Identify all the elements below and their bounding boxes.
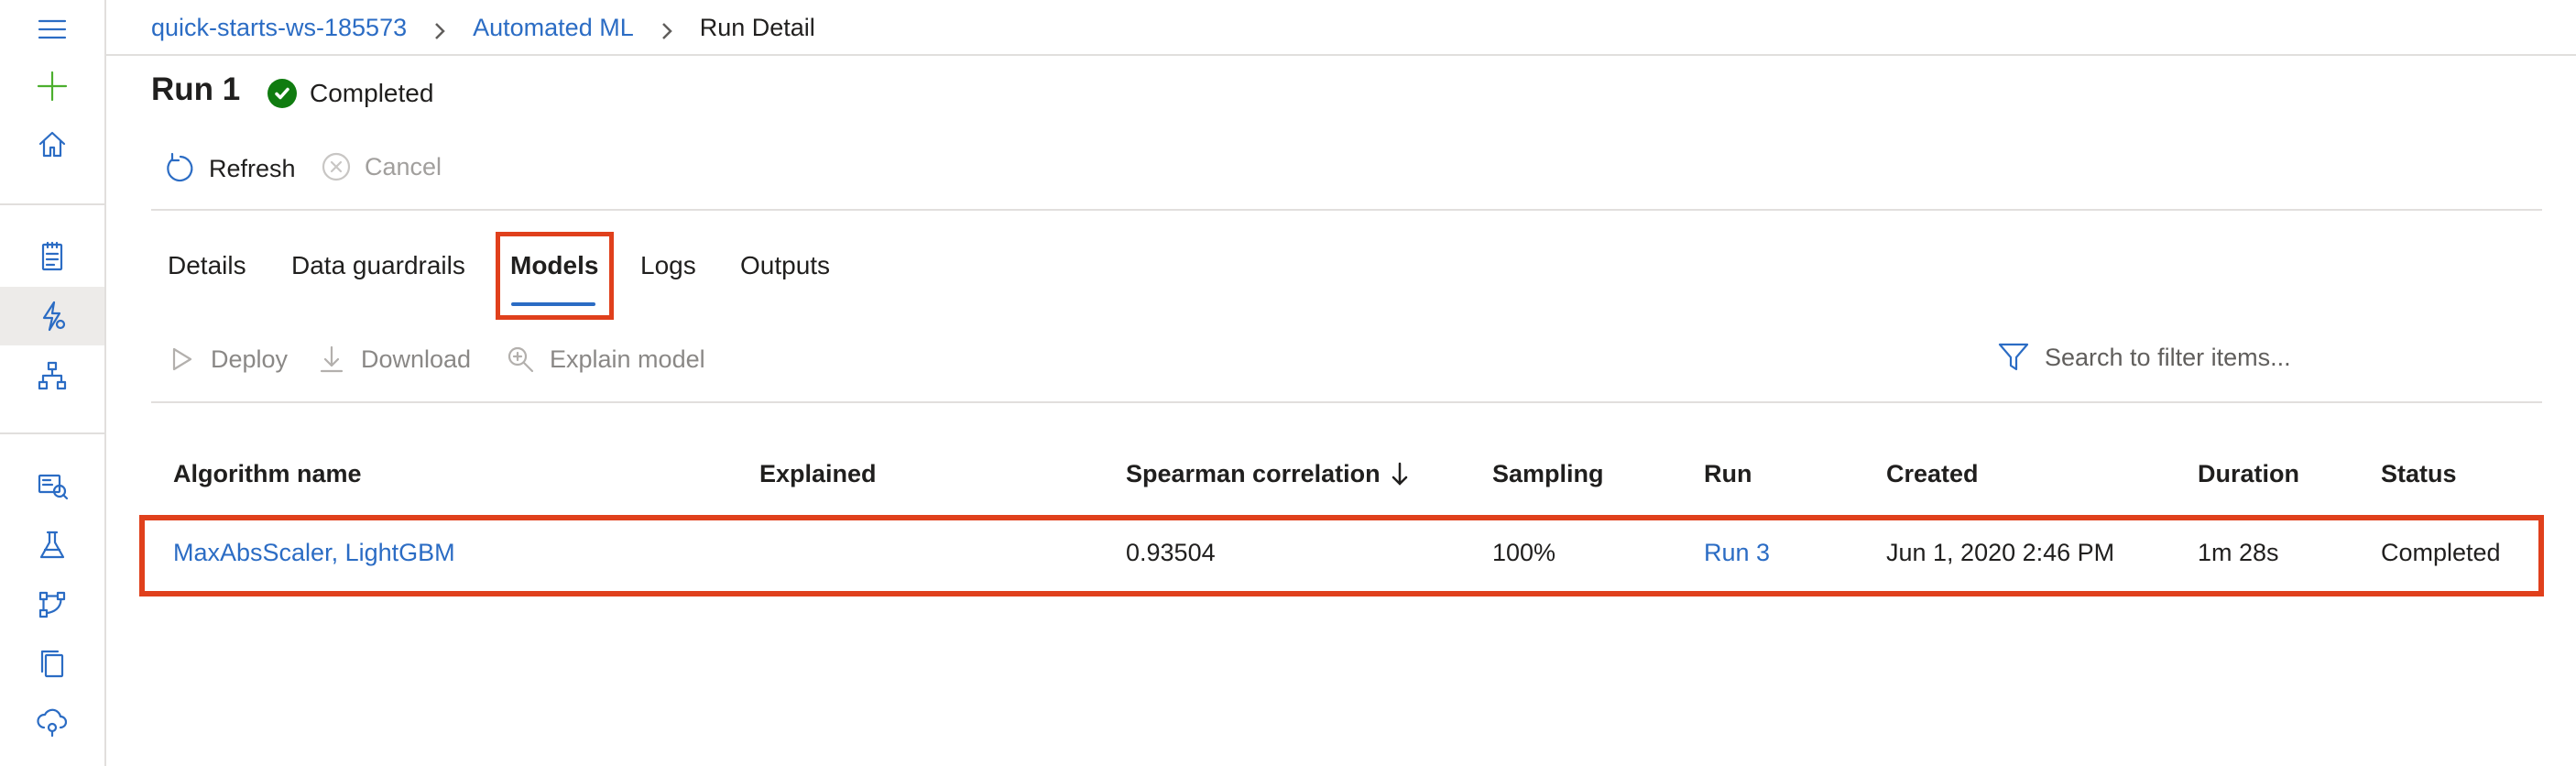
home-icon[interactable]: [0, 115, 104, 174]
breadcrumb-current: Run Detail: [699, 13, 815, 41]
column-header-algorithm[interactable]: Algorithm name: [173, 460, 362, 488]
cancel-label: Cancel: [365, 152, 442, 181]
column-header-explained[interactable]: Explained: [759, 460, 877, 488]
models-icon[interactable]: [0, 634, 104, 693]
column-header-spearman[interactable]: Spearman correlation: [1126, 460, 1410, 488]
refresh-label: Refresh: [209, 154, 296, 182]
explain-model-button[interactable]: Explain model: [506, 345, 705, 374]
deploy-icon: [172, 347, 192, 371]
designer-icon[interactable]: [0, 346, 104, 405]
datasets-icon[interactable]: [0, 456, 104, 515]
toolbar-divider: [151, 401, 2542, 403]
tab-details[interactable]: Details: [168, 251, 246, 280]
column-header-status[interactable]: Status: [2381, 460, 2457, 488]
automl-icon[interactable]: [0, 287, 104, 345]
cancel-button[interactable]: Cancel: [321, 151, 442, 182]
sort-down-arrow-icon: [1392, 462, 1407, 486]
search-input[interactable]: Search to filter items...: [2045, 344, 2291, 372]
tab-logs[interactable]: Logs: [640, 251, 696, 280]
header-divider: [106, 54, 2576, 56]
models-tab-highlight: [496, 232, 614, 320]
plus-icon[interactable]: [0, 57, 104, 115]
download-label: Download: [361, 345, 472, 373]
column-header-spearman-label: Spearman correlation: [1126, 460, 1381, 487]
command-bar-divider: [151, 209, 2542, 211]
run-status-label: Completed: [310, 79, 434, 107]
search-filter[interactable]: Search to filter items...: [1997, 341, 2291, 374]
breadcrumb-workspace-link[interactable]: quick-starts-ws-185573: [151, 14, 407, 42]
chevron-right-icon: [658, 18, 676, 39]
refresh-button[interactable]: Refresh: [161, 151, 296, 186]
explain-icon: [508, 346, 534, 373]
experiments-icon[interactable]: [0, 516, 104, 574]
column-header-run[interactable]: Run: [1704, 460, 1752, 488]
deploy-button[interactable]: Deploy: [167, 345, 288, 374]
column-header-duration[interactable]: Duration: [2198, 460, 2299, 488]
run-status: Completed: [267, 79, 433, 108]
model-row-highlight: [139, 515, 2544, 596]
breadcrumb: quick-starts-ws-185573 Automated ML Run …: [151, 9, 815, 46]
pipelines-icon[interactable]: [0, 575, 104, 634]
page-title: Run 1: [151, 71, 241, 107]
column-header-created[interactable]: Created: [1886, 460, 1979, 488]
rail-divider: [0, 432, 104, 434]
tab-data-guardrails[interactable]: Data guardrails: [291, 251, 465, 280]
deploy-label: Deploy: [211, 345, 289, 373]
tab-outputs[interactable]: Outputs: [740, 251, 830, 280]
check-circle-icon: [267, 79, 297, 108]
filter-icon: [1998, 343, 2029, 371]
cancel-icon: [322, 152, 351, 181]
rail-divider: [0, 203, 104, 205]
explain-model-label: Explain model: [550, 345, 705, 373]
column-header-sampling[interactable]: Sampling: [1492, 460, 1604, 488]
endpoints-icon[interactable]: [0, 693, 104, 751]
hamburger-menu-icon[interactable]: [0, 0, 104, 59]
left-nav-rail: [0, 0, 106, 766]
download-icon: [320, 345, 344, 373]
download-button[interactable]: Download: [317, 345, 471, 374]
chevron-right-icon: [431, 18, 449, 39]
refresh-icon: [167, 152, 193, 182]
breadcrumb-automl-link[interactable]: Automated ML: [473, 14, 634, 42]
notebook-icon[interactable]: [0, 227, 104, 286]
